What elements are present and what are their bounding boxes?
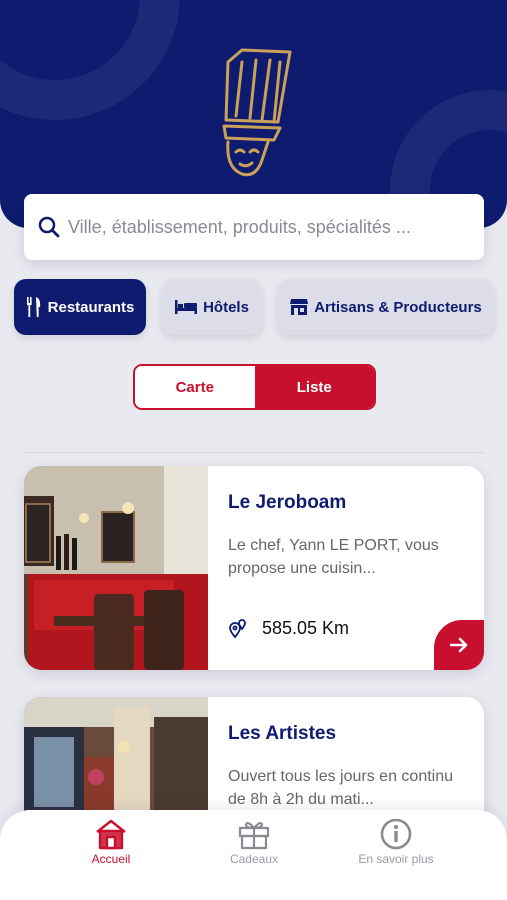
tab-label: Cadeaux (229, 852, 279, 866)
distance-value: 585.05 Km (262, 618, 350, 638)
restaurant-card[interactable]: Le Jeroboam Le chef, Yann LE PORT, vous … (24, 466, 484, 670)
bottom-tab-bar: Accueil Cadeaux En savoir plus (0, 810, 507, 900)
category-hotels-button[interactable]: Hôtels (162, 279, 262, 335)
view-toggle: Carte Liste (133, 364, 376, 410)
tab-cadeaux[interactable]: Cadeaux (194, 818, 314, 882)
bed-icon (175, 300, 198, 314)
tab-accueil[interactable]: Accueil (51, 818, 171, 882)
home-icon (96, 819, 126, 850)
gift-icon (238, 821, 270, 850)
card-description: Le chef, Yann LE PORT, vous propose une … (228, 537, 439, 577)
category-label: Restaurants (47, 298, 135, 316)
location-pin-icon (229, 618, 246, 638)
card-description: Ouvert tous les jours en continu de 8h à… (228, 768, 454, 808)
card-title: Les Artistes (228, 723, 337, 744)
category-label: Hôtels (203, 298, 249, 316)
category-artisans-button[interactable]: Artisans & Producteurs (278, 279, 494, 335)
open-card-button[interactable] (434, 620, 484, 670)
divider (24, 452, 484, 453)
info-icon (380, 818, 412, 850)
search-input[interactable] (68, 216, 468, 238)
shop-icon (290, 299, 309, 315)
toggle-carte-button[interactable]: Carte (135, 366, 255, 408)
distance-row: 585.05 Km (228, 618, 349, 639)
search-icon (38, 216, 60, 238)
category-restaurants-button[interactable]: Restaurants (14, 279, 146, 335)
category-label: Artisans & Producteurs (314, 298, 482, 316)
arrow-right-icon (450, 637, 468, 653)
tab-en-savoir-plus[interactable]: En savoir plus (336, 818, 456, 882)
chef-hat-logo (222, 48, 292, 177)
tab-label: Accueil (91, 852, 131, 866)
decor-ring (0, 0, 180, 120)
card-title: Le Jeroboam (228, 492, 347, 513)
search-bar[interactable] (24, 194, 484, 260)
toggle-liste-button[interactable]: Liste (254, 366, 374, 408)
restaurant-photo (24, 466, 208, 670)
tab-label: En savoir plus (358, 852, 434, 866)
fork-knife-icon (26, 297, 40, 317)
